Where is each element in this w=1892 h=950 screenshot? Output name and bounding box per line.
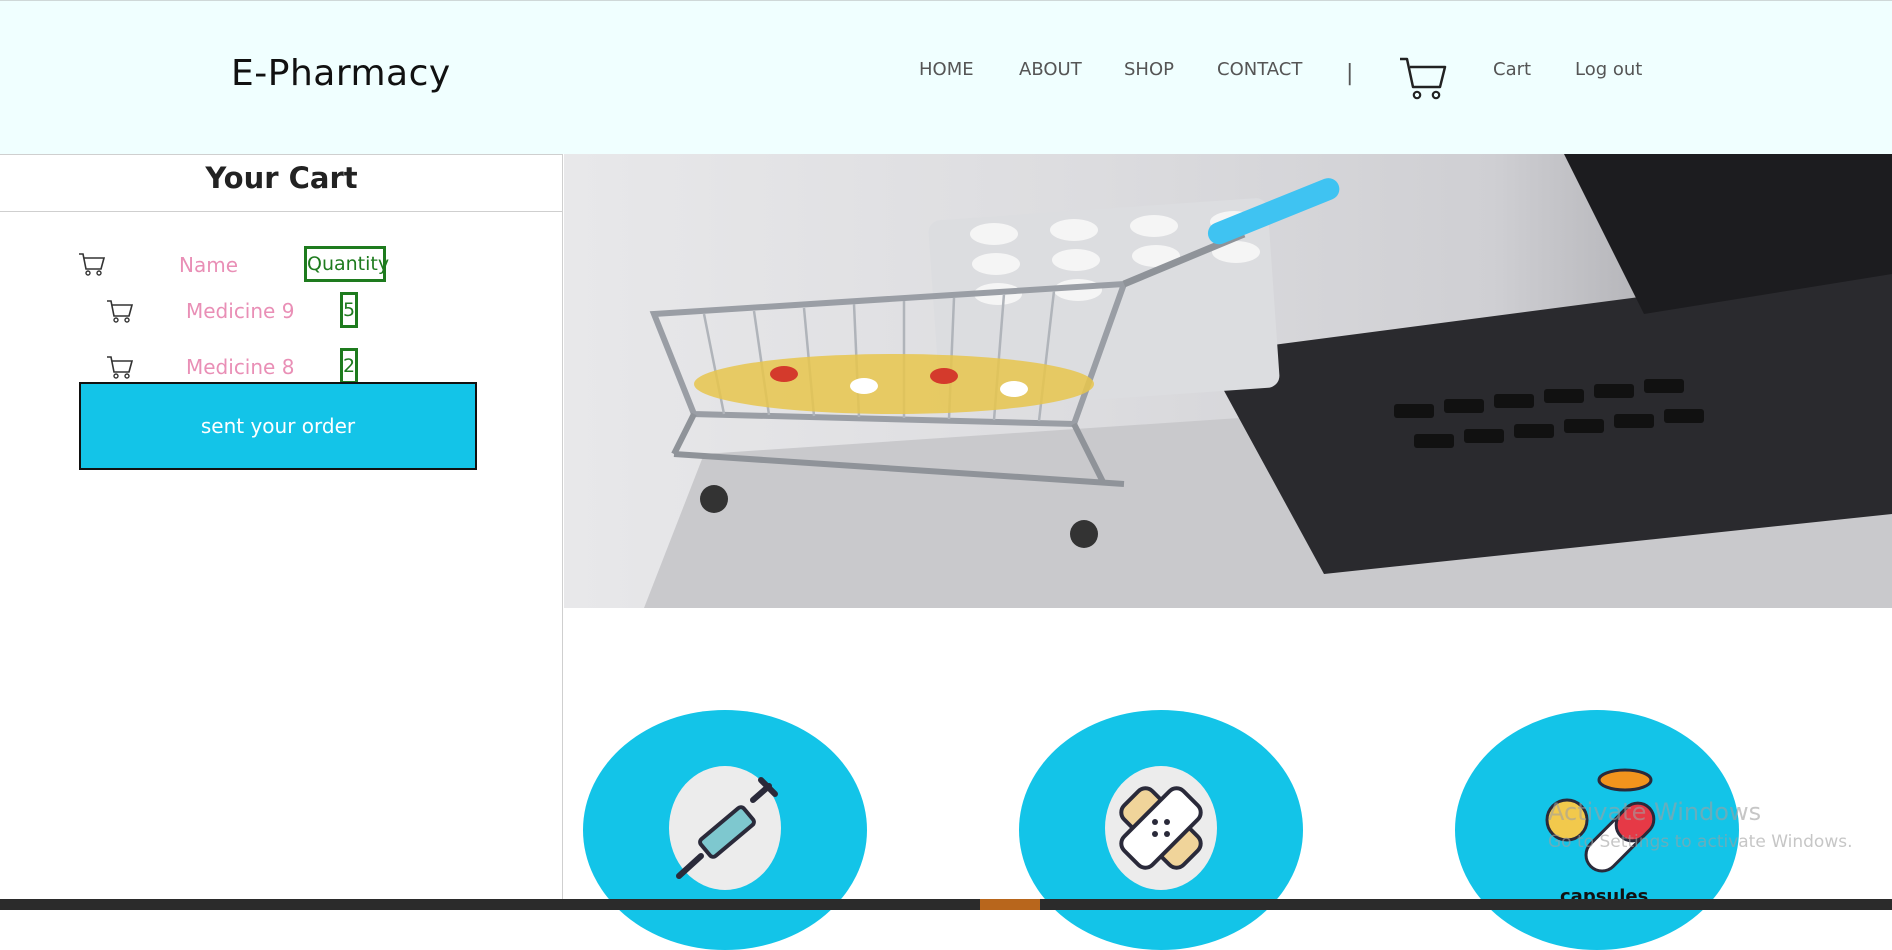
category-icon-bg: [669, 766, 781, 890]
bandage-icon: [1119, 786, 1203, 870]
nav-contact[interactable]: CONTACT: [1217, 59, 1302, 80]
taskbar: [0, 899, 1892, 910]
cart-title: Your Cart: [205, 161, 358, 195]
activation-watermark-title: Activate Windows: [1548, 798, 1762, 826]
cart-item-name: Medicine 9: [186, 299, 295, 323]
cart-item-quantity[interactable]: 2: [340, 348, 358, 384]
nav-about[interactable]: ABOUT: [1019, 59, 1082, 80]
category-icon-bg: [1105, 766, 1217, 890]
cart-row-icon: [107, 356, 134, 379]
site-logo[interactable]: E-Pharmacy: [231, 53, 451, 94]
syringe-icon: [676, 777, 778, 879]
taskbar-active-app[interactable]: [980, 899, 1040, 910]
nav-home[interactable]: HOME: [919, 59, 974, 80]
category-syringe[interactable]: [583, 710, 867, 950]
cart-item-quantity[interactable]: 5: [340, 292, 358, 328]
cart-icon[interactable]: [1398, 53, 1448, 101]
nav-logout[interactable]: Log out: [1575, 59, 1642, 80]
hero-image: [564, 154, 1892, 608]
send-order-button[interactable]: sent your order: [79, 382, 477, 470]
cart-header-icon: [79, 253, 106, 276]
shopping-cart-laptop-illustration: [644, 154, 1892, 608]
column-quantity-header: Quantity: [304, 246, 389, 282]
category-bandage[interactable]: [1019, 710, 1303, 950]
nav-separator: |: [1346, 61, 1354, 86]
column-name-header: Name: [179, 253, 239, 277]
cart-title-bar: Your Cart: [0, 154, 563, 212]
cart-item-name: Medicine 8: [186, 355, 295, 379]
activation-watermark-text: Go to Settings to activate Windows.: [1548, 832, 1853, 852]
cart-row-icon: [107, 300, 134, 323]
category-capsules[interactable]: [1455, 710, 1739, 950]
nav-cart[interactable]: Cart: [1493, 59, 1531, 80]
site-header: E-Pharmacy HOME ABOUT SHOP CONTACT Cart …: [0, 0, 1892, 154]
nav-shop[interactable]: SHOP: [1124, 59, 1174, 80]
